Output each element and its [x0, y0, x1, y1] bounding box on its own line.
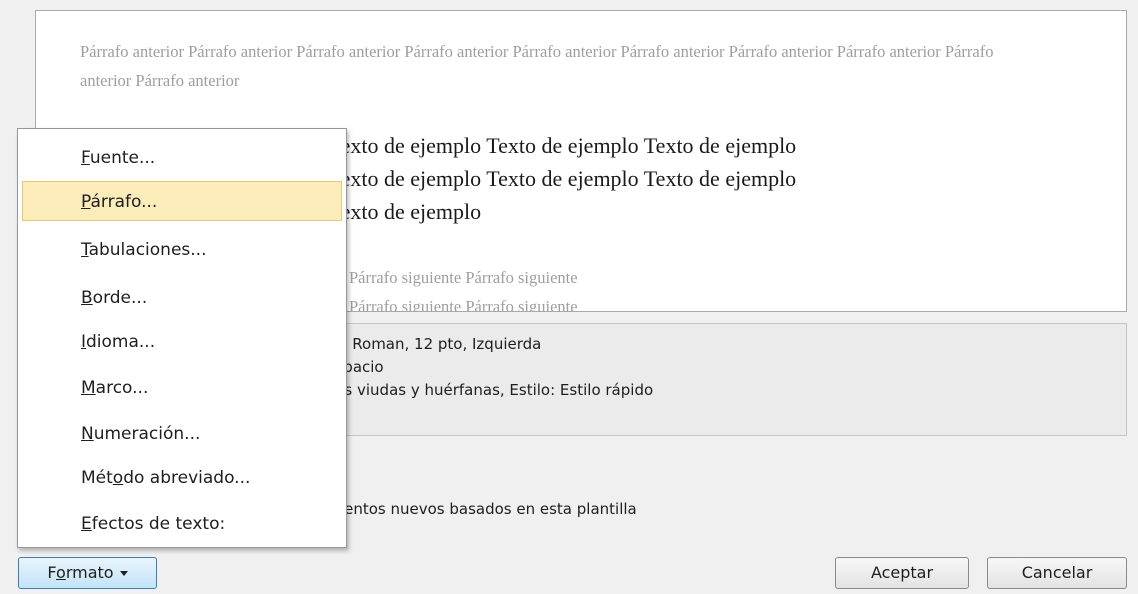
description-line: ew Roman, 12 pto, Izquierda [326, 335, 542, 353]
menu-item-numeracion[interactable]: Numeración... [22, 413, 342, 453]
menu-item-tabulaciones[interactable]: Tabulaciones... [22, 229, 342, 269]
menu-item-borde[interactable]: Borde... [22, 277, 342, 317]
ok-button[interactable]: Aceptar [835, 557, 969, 589]
dropdown-arrow-icon [119, 571, 128, 576]
menu-item-metodo-abreviado[interactable]: Método abreviado... [22, 457, 342, 497]
format-button[interactable]: Formato [18, 557, 157, 589]
menu-item-marco[interactable]: Marco... [22, 367, 342, 407]
previous-paragraph-text: Párrafo anterior Párrafo anterior Párraf… [80, 42, 994, 90]
description-line: eas viudas y huérfanas, Estilo: Estilo r… [326, 381, 654, 399]
template-option-text[interactable]: umentos nuevos basados en esta plantilla [320, 500, 637, 518]
menu-item-efectos-de-texto[interactable]: Efectos de texto: [22, 503, 342, 543]
format-menu: Fuente... Párrafo... Tabulaciones... Bor… [17, 128, 347, 548]
menu-item-parrafo[interactable]: Párrafo... [22, 181, 342, 221]
cancel-button[interactable]: Cancelar [987, 557, 1127, 589]
menu-item-fuente[interactable]: Fuente... [22, 137, 342, 177]
menu-item-idioma[interactable]: Idioma... [22, 321, 342, 361]
